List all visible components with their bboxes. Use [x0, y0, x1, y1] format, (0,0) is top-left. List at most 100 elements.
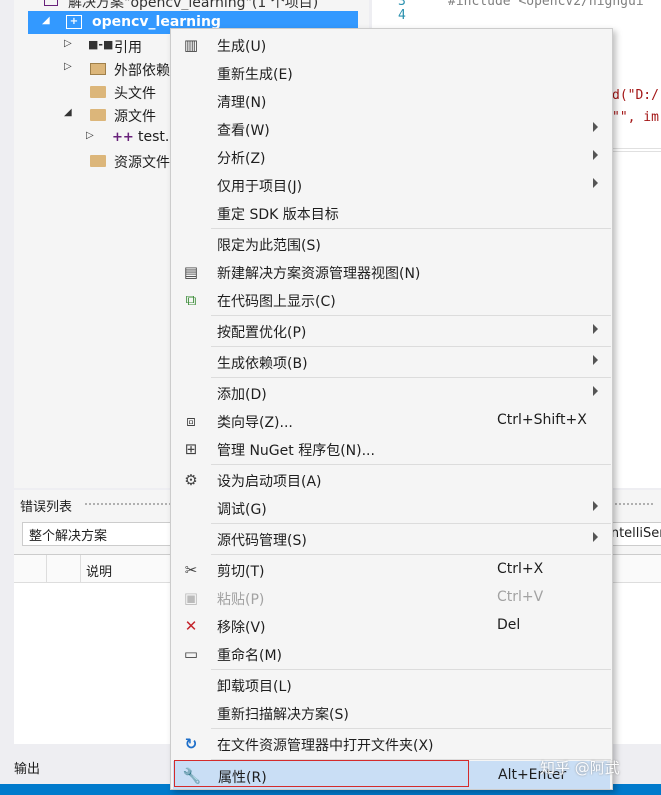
menu-separator — [211, 554, 611, 555]
menu-item-label: 添加(D) — [217, 387, 267, 403]
code-line: d("D:/ — [612, 88, 659, 103]
menu-item-debug[interactable]: 调试(G) — [173, 494, 610, 522]
submenu-arrow-icon — [593, 532, 598, 542]
menu-item-label: 清理(N) — [217, 95, 267, 111]
expand-arrow-icon[interactable]: ▷ — [86, 130, 94, 141]
folder-icon — [90, 86, 106, 98]
menu-item-unload-project[interactable]: 卸载项目(L) — [173, 671, 610, 699]
menu-item-label: 管理 NuGet 程序包(N)... — [217, 443, 375, 459]
submenu-arrow-icon — [593, 355, 598, 365]
submenu-arrow-icon — [593, 178, 598, 188]
menu-item-new-view[interactable]: ▤ 新建解决方案资源管理器视图(N) — [173, 258, 610, 286]
tree-item-label: 资源文件 — [114, 155, 170, 171]
references-icon: ■-■ — [88, 38, 114, 51]
code-map-icon: ⧉ — [185, 291, 197, 309]
menu-item-label: 卸载项目(L) — [217, 679, 292, 695]
menu-separator — [211, 346, 611, 347]
menu-separator — [211, 728, 611, 729]
annotation-highlight-box — [174, 760, 469, 787]
menu-separator — [211, 523, 611, 524]
menu-item-open-in-explorer[interactable]: ↻ 在文件资源管理器中打开文件夹(X) — [173, 730, 610, 758]
submenu-arrow-icon — [593, 324, 598, 334]
nuget-icon: ⊞ — [184, 440, 198, 458]
menu-item-label: 类向导(Z)... — [217, 415, 293, 431]
menu-item-project-only[interactable]: 仅用于项目(J) — [173, 171, 610, 199]
menu-item-label: 粘贴(P) — [217, 592, 265, 608]
menu-item-label: 查看(W) — [217, 123, 270, 139]
tree-item-label: 源文件 — [114, 109, 156, 125]
external-deps-icon — [90, 63, 106, 75]
solution-label: 解决方案"opencv_learning"(1 个项目) — [68, 0, 319, 10]
error-list-title[interactable]: 错误列表 — [20, 496, 72, 515]
menu-item-label: 生成(U) — [217, 39, 267, 55]
submenu-arrow-icon — [593, 386, 598, 396]
column-header-description[interactable]: 说明 — [86, 561, 112, 580]
menu-separator — [211, 669, 611, 670]
submenu-arrow-icon — [593, 122, 598, 132]
menu-item-label: 移除(V) — [217, 620, 266, 636]
menu-item-build-dependencies[interactable]: 生成依赖项(B) — [173, 348, 610, 376]
menu-item-build[interactable]: ▥ 生成(U) — [173, 31, 610, 59]
output-tab-label[interactable]: 输出 — [14, 758, 40, 777]
open-folder-icon — [90, 109, 106, 121]
submenu-arrow-icon — [593, 150, 598, 160]
menu-item-add[interactable]: 添加(D) — [173, 379, 610, 407]
code-line: #include <opencv2/highgui — [448, 0, 644, 9]
folder-icon — [90, 155, 106, 167]
menu-item-label: 源代码管理(S) — [217, 533, 307, 549]
menu-item-shortcut: Ctrl+V — [497, 589, 544, 605]
menu-item-rescan-solution[interactable]: 重新扫描解决方案(S) — [173, 699, 610, 727]
menu-item-label: 按配置优化(P) — [217, 325, 307, 341]
menu-item-shortcut: Ctrl+X — [497, 561, 544, 577]
menu-item-retarget-sdk[interactable]: 重定 SDK 版本目标 — [173, 199, 610, 227]
menu-item-analyze[interactable]: 分析(Z) — [173, 143, 610, 171]
menu-item-paste[interactable]: ▣ 粘贴(P) Ctrl+V — [173, 584, 610, 612]
menu-item-label: 生成依赖项(B) — [217, 356, 308, 372]
column-separator[interactable] — [46, 555, 47, 583]
menu-item-show-code-map[interactable]: ⧉ 在代码图上显示(C) — [173, 286, 610, 314]
expand-arrow-icon[interactable]: ▷ — [64, 38, 72, 49]
paste-icon: ▣ — [183, 589, 199, 607]
menu-item-label: 重新扫描解决方案(S) — [217, 707, 349, 723]
expand-arrow-icon[interactable]: ▷ — [64, 61, 72, 72]
menu-item-cut[interactable]: ✂ 剪切(T) Ctrl+X — [173, 556, 610, 584]
line-number: 4 — [398, 8, 406, 23]
menu-item-set-startup[interactable]: ⚙ 设为启动项目(A) — [173, 466, 610, 494]
menu-item-label: 重新生成(E) — [217, 67, 293, 83]
solution-icon — [44, 0, 58, 6]
menu-item-label: 在文件资源管理器中打开文件夹(X) — [217, 738, 434, 754]
menu-separator — [211, 228, 611, 229]
tree-item-label: 引用 — [114, 40, 142, 56]
menu-item-label: 仅用于项目(J) — [217, 179, 303, 195]
menu-item-clean[interactable]: 清理(N) — [173, 87, 610, 115]
menu-item-label: 新建解决方案资源管理器视图(N) — [217, 266, 421, 282]
column-separator[interactable] — [80, 555, 81, 583]
build-icon: ▥ — [183, 36, 199, 54]
menu-item-remove[interactable]: ✕ 移除(V) Del — [173, 612, 610, 640]
refresh-arrow-icon: ↻ — [184, 735, 198, 753]
menu-item-source-control[interactable]: 源代码管理(S) — [173, 525, 610, 553]
menu-item-label: 分析(Z) — [217, 151, 266, 167]
gear-icon: ⚙ — [184, 471, 198, 489]
menu-item-label: 剪切(T) — [217, 564, 265, 580]
menu-item-shortcut: Ctrl+Shift+X — [497, 412, 587, 428]
solution-node[interactable]: 解决方案"opencv_learning"(1 个项目) — [28, 0, 358, 10]
menu-item-manage-nuget[interactable]: ⊞ 管理 NuGet 程序包(N)... — [173, 435, 610, 463]
class-wizard-icon: ⧈ — [186, 412, 196, 430]
menu-item-label: 重命名(M) — [217, 648, 283, 664]
menu-item-rebuild[interactable]: 重新生成(E) — [173, 59, 610, 87]
cpp-project-icon: + — [66, 15, 82, 29]
menu-item-rename[interactable]: ▭ 重命名(M) — [173, 640, 610, 668]
tree-item-label: 头文件 — [114, 86, 156, 102]
menu-item-class-wizard[interactable]: ⧈ 类向导(Z)... Ctrl+Shift+X — [173, 407, 610, 435]
menu-item-pgo[interactable]: 按配置优化(P) — [173, 317, 610, 345]
current-line-indicator — [612, 148, 661, 152]
remove-icon: ✕ — [184, 617, 198, 635]
context-menu: ▥ 生成(U) 重新生成(E) 清理(N) 查看(W) 分析(Z) 仅用于项目(… — [170, 28, 613, 790]
menu-item-scope-to-this[interactable]: 限定为此范围(S) — [173, 230, 610, 258]
menu-separator — [211, 315, 611, 316]
code-line: "", im — [612, 110, 659, 125]
menu-item-view[interactable]: 查看(W) — [173, 115, 610, 143]
collapse-arrow-icon[interactable]: ◢ — [64, 107, 72, 118]
collapse-arrow-icon[interactable]: ◢ — [42, 15, 50, 26]
